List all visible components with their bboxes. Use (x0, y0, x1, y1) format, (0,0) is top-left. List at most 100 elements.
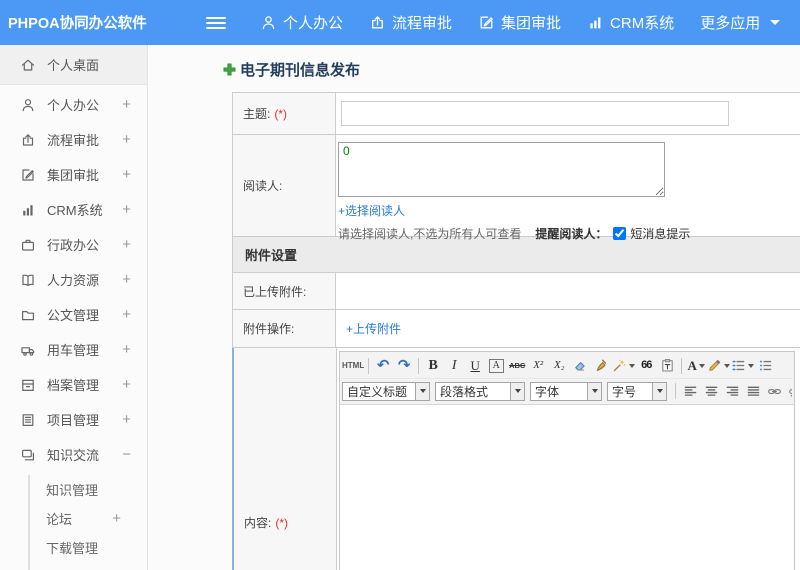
nav-item-crm-system[interactable]: CRM系统 (587, 12, 674, 33)
attachment-ops-label: 附件操作: (233, 310, 336, 347)
sidebar-subitem-public-cabinet[interactable]: 公共文件柜 (30, 562, 147, 570)
subscript-button[interactable]: X₂ (549, 355, 569, 376)
readers-textarea[interactable]: 0 (338, 142, 665, 197)
subject-input[interactable] (341, 101, 729, 126)
sidebar-subitem-knowledge-mgmt[interactable]: 知识管理 (30, 475, 147, 504)
nav-item-workflow-approval[interactable]: 流程审批 (369, 12, 452, 33)
blockquote-button[interactable]: 66 (636, 355, 656, 376)
nav-item-label: CRM系统 (610, 15, 675, 32)
paragraph-format-select[interactable]: 段落格式 (435, 381, 525, 401)
sidebar-item-vehicle-mgmt[interactable]: 用车管理 + (0, 332, 147, 367)
editor-toolbar-row2: 自定义标题 段落格式 字体 字号 (342, 378, 792, 403)
hamburger-menu-icon[interactable] (206, 16, 226, 29)
expand-icon[interactable]: + (122, 166, 131, 183)
align-left-button[interactable] (680, 381, 700, 402)
sidebar-item-label: 知识交流 (47, 448, 100, 463)
sms-notify-checkbox[interactable] (613, 227, 627, 240)
sidebar-item-archive-mgmt[interactable]: 档案管理 + (0, 367, 147, 402)
sidebar: 个人桌面 个人办公 + 流程审批 + 集团审批 + CRM系统 + 行政办公 + 人力资源 + 公文管理 +… (0, 45, 148, 570)
sidebar-item-desktop[interactable]: 个人桌面 (0, 45, 147, 85)
expand-icon[interactable]: + (122, 411, 131, 428)
select-readers-link[interactable]: +选择阅读人 (338, 204, 405, 218)
person-icon (22, 98, 34, 111)
align-center-button[interactable] (701, 381, 721, 402)
expand-icon[interactable]: + (122, 131, 131, 148)
editor-content-area[interactable] (340, 405, 794, 570)
chart-icon (590, 17, 601, 29)
font-family-select[interactable]: 字体 (530, 381, 602, 401)
nav-item-personal-office[interactable]: 个人办公 (260, 12, 343, 33)
expand-icon[interactable]: + (122, 236, 131, 253)
nav-item-more-apps[interactable]: 更多应用 (700, 12, 781, 33)
redo-button[interactable]: ↷ (394, 355, 414, 376)
marker-icon (709, 359, 721, 371)
sidebar-subitem-download-mgmt[interactable]: 下载管理 (30, 533, 147, 562)
eraser-button[interactable] (570, 355, 590, 376)
sidebar-item-admin-office[interactable]: 行政办公 + (0, 227, 147, 262)
highlight-color-button[interactable] (707, 355, 731, 376)
sms-notify-label: 短消息提示 (630, 227, 691, 241)
sidebar-item-label: 集团审批 (47, 168, 100, 183)
required-mark: (*) (275, 515, 289, 530)
readers-hint-line: 请选择阅读人,不选为所有人可查看 提醒阅读人： 短消息提示 (338, 225, 800, 242)
sidebar-subitem-forum[interactable]: 论坛 + (30, 504, 147, 533)
expand-icon[interactable]: + (122, 271, 131, 288)
bold-button-glyph: B (428, 357, 438, 373)
sidebar-item-knowledge-exchange[interactable]: 知识交流 − (0, 437, 147, 472)
expand-icon[interactable]: + (122, 376, 131, 393)
publish-form: 主题: (*) 阅读人: 0 +选择阅读人 请选择阅读人,不选为所有人可查看 提… (232, 92, 800, 570)
html-source-button[interactable]: HTML (342, 355, 364, 376)
readers-row: 阅读人: 0 +选择阅读人 请选择阅读人,不选为所有人可查看 提醒阅读人： 短消… (232, 135, 800, 241)
format-brush-button[interactable] (591, 355, 611, 376)
home-icon (21, 59, 35, 71)
superscript-button[interactable]: X² (528, 355, 548, 376)
page-title: 电子期刊信息发布 (222, 59, 800, 80)
sidebar-item-document-mgmt[interactable]: 公文管理 + (0, 297, 147, 332)
ol-icon (732, 360, 745, 371)
upload-attachment-link[interactable]: +上传附件 (346, 320, 401, 337)
undo-button-glyph: ↶ (376, 357, 390, 374)
superscript-button-glyph: X² (533, 359, 544, 371)
strikethrough-button[interactable]: ABC (507, 355, 527, 376)
expand-icon[interactable]: + (122, 306, 131, 323)
expand-icon[interactable]: + (112, 510, 121, 527)
sidebar-item-crm-system[interactable]: CRM系统 + (0, 192, 147, 227)
font-style-button[interactable]: A (486, 355, 506, 376)
collapse-icon[interactable]: − (122, 446, 131, 463)
chevron-down-icon (724, 363, 731, 368)
person-icon (262, 16, 275, 30)
custom-heading-select[interactable]: 自定义标题 (342, 381, 430, 401)
link-button[interactable] (764, 381, 784, 402)
sidebar-item-project-mgmt[interactable]: 项目管理 + (0, 402, 147, 437)
align-right-button[interactable] (722, 381, 742, 402)
unordered-list-button[interactable] (755, 355, 775, 376)
italic-button[interactable]: I (444, 355, 464, 376)
alignright-icon (726, 386, 738, 396)
undo-button[interactable]: ↶ (373, 355, 393, 376)
font-color-button[interactable]: A (686, 355, 706, 376)
paste-as-text-button[interactable] (657, 355, 677, 376)
custom-heading-select-label: 自定义标题 (347, 384, 408, 399)
share-icon (372, 16, 383, 29)
sidebar-subitem-label: 知识管理 (46, 483, 99, 498)
sidebar-item-personal-office[interactable]: 个人办公 + (0, 87, 147, 122)
chevron-down-icon (770, 20, 781, 25)
unlink-button[interactable] (785, 381, 792, 402)
expand-icon[interactable]: + (122, 341, 131, 358)
briefcase-icon (21, 239, 35, 251)
link-icon (767, 388, 781, 394)
expand-icon[interactable]: + (122, 96, 131, 113)
folder-icon (22, 310, 34, 320)
font-size-select[interactable]: 字号 (607, 381, 667, 401)
auto-typeset-button[interactable] (612, 355, 636, 376)
chevron-down-icon (415, 382, 429, 400)
nav-item-group-approval[interactable]: 集团审批 (478, 12, 561, 33)
bold-button[interactable]: B (423, 355, 443, 376)
ordered-list-button[interactable] (731, 355, 755, 376)
sidebar-item-workflow-approval[interactable]: 流程审批 + (0, 122, 147, 157)
underline-button[interactable]: U (465, 355, 485, 376)
sidebar-item-group-approval[interactable]: 集团审批 + (0, 157, 147, 192)
justify-button[interactable] (743, 381, 763, 402)
sidebar-item-human-resources[interactable]: 人力资源 + (0, 262, 147, 297)
expand-icon[interactable]: + (122, 201, 131, 218)
